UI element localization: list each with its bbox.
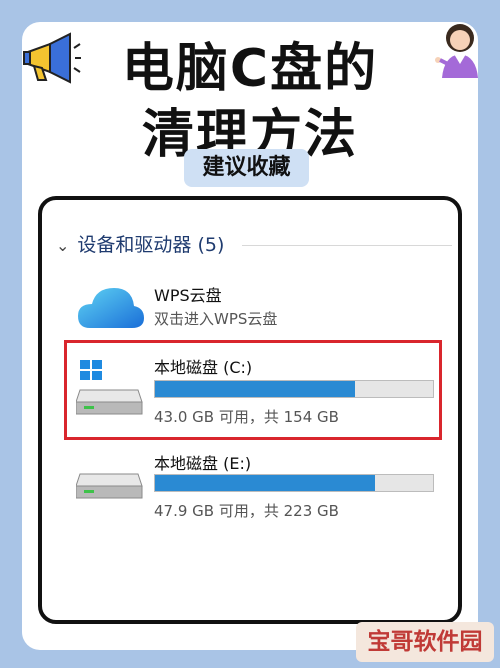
wps-cloud-item[interactable]: WPS云盘 双击进入WPS云盘	[42, 276, 466, 340]
drive-e-usage-text: 47.9 GB 可用，共 223 GB	[154, 502, 339, 520]
drive-e-usage-bar	[154, 474, 434, 492]
drive-icon	[76, 473, 143, 499]
page-title-line-1: 电脑C盘的	[121, 39, 379, 99]
drive-e-name: 本地磁盘 (E:)	[154, 454, 252, 473]
devices-group-header[interactable]: ⌄ 设备和驱动器 (5)	[56, 230, 224, 257]
group-header-label: 设备和驱动器 (5)	[77, 234, 225, 256]
file-explorer-panel: ⌄ 设备和驱动器 (5) WPS云盘 双击进入WPS云盘 本地磁盘 (C:) 4…	[38, 196, 462, 624]
watermark-logo: 宝哥软件园	[356, 622, 494, 662]
drive-c-highlight-box	[64, 340, 442, 440]
bookmark-tag: 建议收藏	[184, 149, 309, 187]
drive-e-usage-fill	[155, 475, 375, 491]
chevron-down-icon: ⌄	[56, 236, 70, 255]
wps-cloud-name: WPS云盘	[154, 286, 222, 305]
group-divider	[242, 245, 452, 246]
wps-cloud-subtitle: 双击进入WPS云盘	[154, 310, 278, 328]
cloud-icon	[78, 288, 144, 328]
drive-e-item[interactable]: 本地磁盘 (E:) 47.9 GB 可用，共 223 GB	[42, 446, 466, 532]
